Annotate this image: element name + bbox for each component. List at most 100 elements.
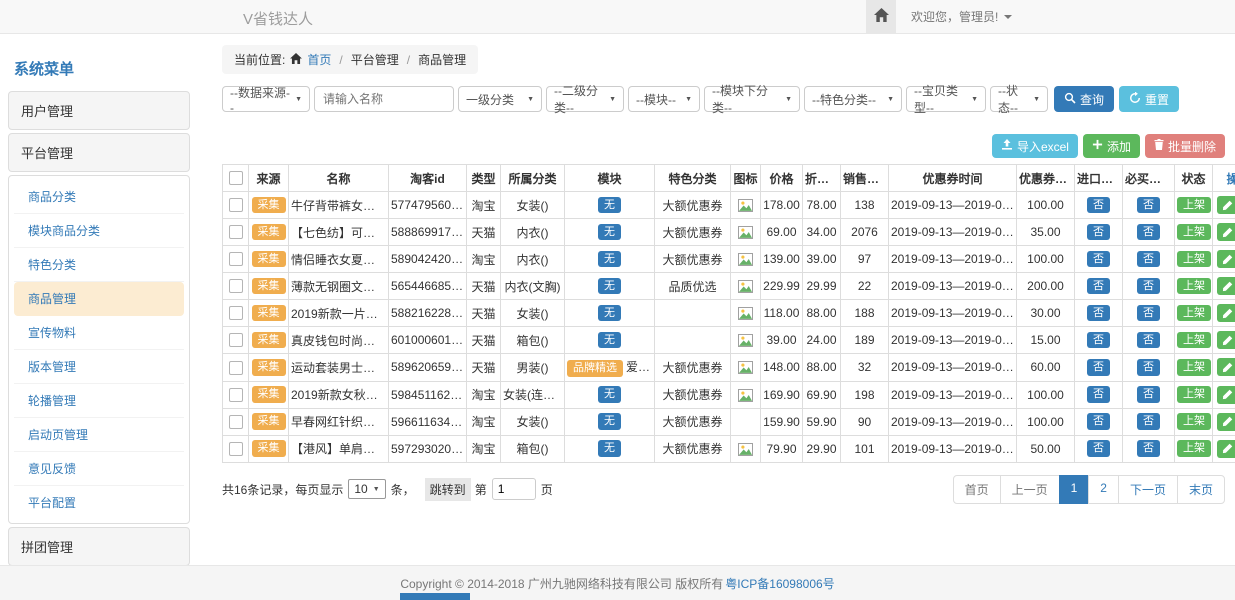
sidebar-subitem[interactable]: 版本管理: [14, 350, 184, 384]
import-select-badge[interactable]: 否: [1087, 224, 1110, 241]
select-all-checkbox[interactable]: [229, 171, 243, 185]
jump-to-label[interactable]: 跳转到: [425, 478, 471, 501]
must-buy-badge[interactable]: 否: [1137, 251, 1160, 268]
edit-button[interactable]: [1217, 331, 1235, 349]
row-checkbox[interactable]: [229, 361, 243, 375]
filter-select[interactable]: --宝贝类型--▼: [906, 86, 986, 112]
row-checkbox[interactable]: [229, 388, 243, 402]
filter-select[interactable]: --模块下分类--▼: [704, 86, 800, 112]
home-button[interactable]: [866, 0, 896, 33]
sidebar-subitem[interactable]: 意见反馈: [14, 452, 184, 486]
product-type: 天猫: [471, 334, 495, 348]
import-select-badge[interactable]: 否: [1087, 251, 1110, 268]
row-checkbox[interactable]: [229, 415, 243, 429]
per-page-select[interactable]: 10 ▼: [348, 479, 385, 499]
must-buy-badge[interactable]: 否: [1137, 440, 1160, 457]
status-badge[interactable]: 上架: [1177, 413, 1211, 430]
breadcrumb-home-link[interactable]: 首页: [307, 51, 331, 68]
must-buy-badge[interactable]: 否: [1137, 332, 1160, 349]
must-buy-badge[interactable]: 否: [1137, 224, 1160, 241]
import-select-badge[interactable]: 否: [1087, 305, 1110, 322]
filter-select[interactable]: 一级分类▼: [458, 86, 542, 112]
pager-item[interactable]: 末页: [1177, 475, 1225, 504]
filter-select[interactable]: --特色分类--▼: [804, 86, 902, 112]
edit-button[interactable]: [1217, 304, 1235, 322]
sales-count: 188: [854, 306, 874, 320]
source-badge: 采集: [252, 224, 286, 241]
import-select-badge[interactable]: 否: [1087, 197, 1110, 214]
row-checkbox[interactable]: [229, 333, 243, 347]
import-select-badge[interactable]: 否: [1087, 332, 1110, 349]
status-badge[interactable]: 上架: [1177, 305, 1211, 322]
coupon-time: 2019-09-13—2019-09-15: [891, 360, 1017, 374]
sidebar-item[interactable]: 用户管理: [8, 91, 190, 130]
import-select-badge[interactable]: 否: [1087, 359, 1110, 376]
status-badge[interactable]: 上架: [1177, 251, 1211, 268]
status-badge[interactable]: 上架: [1177, 197, 1211, 214]
must-buy-badge[interactable]: 否: [1137, 278, 1160, 295]
pager-item[interactable]: 下一页: [1118, 475, 1178, 504]
reset-button[interactable]: 重置: [1119, 86, 1179, 112]
status-badge[interactable]: 上架: [1177, 224, 1211, 241]
sidebar-item[interactable]: 拼团管理: [8, 527, 190, 565]
sidebar-subitem[interactable]: 启动页管理: [14, 418, 184, 452]
query-button[interactable]: 查询: [1054, 86, 1114, 112]
must-buy-badge[interactable]: 否: [1137, 197, 1160, 214]
edit-button[interactable]: [1217, 250, 1235, 268]
filter-select[interactable]: --模块--▼: [628, 86, 700, 112]
filter-select[interactable]: --数据来源--▼: [222, 86, 310, 112]
status-badge[interactable]: 上架: [1177, 359, 1211, 376]
sidebar-item[interactable]: 平台管理: [8, 133, 190, 172]
must-buy-badge[interactable]: 否: [1137, 305, 1160, 322]
edit-button[interactable]: [1217, 413, 1235, 431]
search-input[interactable]: [314, 86, 454, 112]
row-checkbox[interactable]: [229, 442, 243, 456]
sidebar-subitem[interactable]: 商品管理: [14, 282, 184, 316]
batch-delete-label: 批量删除: [1168, 138, 1216, 155]
row-checkbox[interactable]: [229, 225, 243, 239]
sidebar-subitem[interactable]: 特色分类: [14, 248, 184, 282]
status-badge[interactable]: 上架: [1177, 332, 1211, 349]
pager-item[interactable]: 上一页: [1000, 475, 1060, 504]
edit-button[interactable]: [1217, 440, 1235, 458]
pager-item[interactable]: 1: [1059, 475, 1090, 504]
filter-select[interactable]: --二级分类--▼: [546, 86, 624, 112]
sidebar-subitem[interactable]: 商品分类: [14, 180, 184, 214]
import-select-badge[interactable]: 否: [1087, 413, 1110, 430]
sidebar-subitem[interactable]: 模块商品分类: [14, 214, 184, 248]
status-badge[interactable]: 上架: [1177, 278, 1211, 295]
batch-delete-button[interactable]: 批量删除: [1145, 134, 1225, 158]
row-checkbox[interactable]: [229, 306, 243, 320]
edit-button[interactable]: [1217, 386, 1235, 404]
status-badge[interactable]: 上架: [1177, 386, 1211, 403]
add-button[interactable]: 添加: [1083, 134, 1140, 158]
status-badge[interactable]: 上架: [1177, 440, 1211, 457]
module-badge: 无: [598, 278, 621, 295]
row-checkbox[interactable]: [229, 198, 243, 212]
import-select-badge[interactable]: 否: [1087, 440, 1110, 457]
sidebar-subitem[interactable]: 宣传物料: [14, 316, 184, 350]
row-checkbox[interactable]: [229, 279, 243, 293]
import-excel-button[interactable]: 导入excel: [992, 134, 1078, 158]
user-menu[interactable]: 欢迎您，管理员!: [896, 0, 1027, 33]
edit-button[interactable]: [1217, 277, 1235, 295]
pager-item[interactable]: 首页: [953, 475, 1001, 504]
edit-button[interactable]: [1217, 358, 1235, 376]
sidebar-subitem[interactable]: 平台配置: [14, 486, 184, 519]
sales-count: 32: [858, 360, 871, 374]
must-buy-badge[interactable]: 否: [1137, 413, 1160, 430]
import-select-badge[interactable]: 否: [1087, 386, 1110, 403]
row-checkbox[interactable]: [229, 252, 243, 266]
filter-select[interactable]: --状态--▼: [990, 86, 1048, 112]
sidebar-subitem[interactable]: 轮播管理: [14, 384, 184, 418]
page-number-input[interactable]: [492, 478, 536, 500]
records-summary: 共16条记录，每页显示: [222, 481, 343, 498]
product-image-icon: [738, 280, 753, 293]
import-select-badge[interactable]: 否: [1087, 278, 1110, 295]
pager-item[interactable]: 2: [1088, 475, 1119, 504]
edit-button[interactable]: [1217, 223, 1235, 241]
must-buy-badge[interactable]: 否: [1137, 386, 1160, 403]
must-buy-badge[interactable]: 否: [1137, 359, 1160, 376]
icp-link[interactable]: 粤ICP备16098006号: [725, 575, 834, 592]
edit-button[interactable]: [1217, 196, 1235, 214]
